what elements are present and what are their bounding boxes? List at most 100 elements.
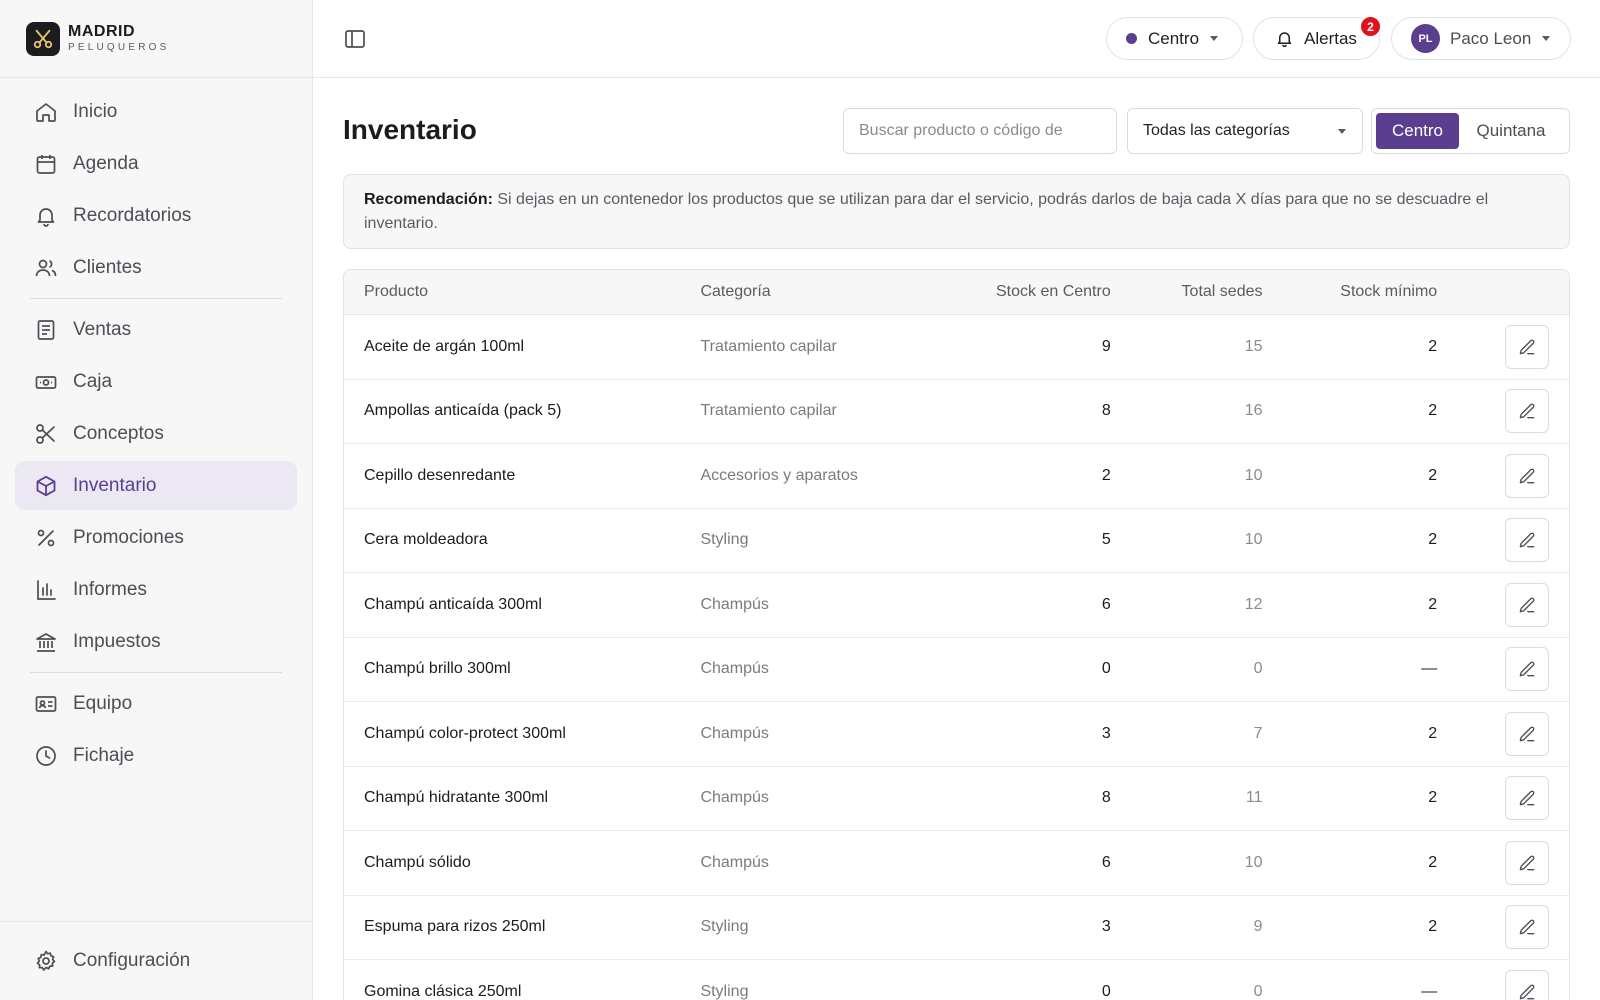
table-body: Aceite de argán 100ml Tratamiento capila… <box>344 315 1569 1000</box>
cell-actions <box>1437 453 1569 498</box>
cell-category: Champús <box>700 660 769 678</box>
table-row[interactable]: Champú sólido Champús 6 10 2 <box>344 831 1569 896</box>
brand-name: MADRID <box>68 23 135 40</box>
site-toggle-quintana[interactable]: Quintana <box>1459 113 1563 149</box>
recommendation-label: Recomendación: <box>364 191 493 208</box>
cell-min-stock: — <box>1421 660 1438 678</box>
edit-button[interactable] <box>1505 840 1549 885</box>
cell-total: 12 <box>1244 595 1263 613</box>
cell-actions <box>1437 711 1569 756</box>
column-header-categoria[interactable]: Categoría <box>700 283 900 301</box>
cell-min-stock: 2 <box>1428 918 1438 936</box>
cell-category: Styling <box>700 982 749 1000</box>
scissors-logo-icon <box>26 21 60 56</box>
recommendation-banner: Recomendación: Si dejas en un contenedor… <box>343 174 1570 249</box>
edit-button[interactable] <box>1505 776 1549 821</box>
cell-category: Champús <box>700 789 769 807</box>
sidebar-item-impuestos[interactable]: Impuestos <box>15 617 297 666</box>
table-row[interactable]: Champú color-protect 300ml Champús 3 7 2 <box>344 702 1569 767</box>
site-toggle: Centro Quintana <box>1371 108 1570 154</box>
edit-button[interactable] <box>1505 905 1549 950</box>
cell-total: 0 <box>1253 660 1263 678</box>
column-header-total[interactable]: Total sedes <box>1111 283 1263 301</box>
cell-total: 9 <box>1253 918 1263 936</box>
table-row[interactable]: Aceite de argán 100ml Tratamiento capila… <box>344 315 1569 380</box>
cell-product: Champú hidratante 300ml <box>364 789 549 807</box>
edit-button[interactable] <box>1505 453 1549 498</box>
cell-min-stock: 2 <box>1428 531 1438 549</box>
table-row[interactable]: Cera moldeadora Styling 5 10 2 <box>344 509 1569 573</box>
pencil-icon <box>1519 468 1535 484</box>
edit-button[interactable] <box>1505 582 1549 627</box>
cell-min-stock: 2 <box>1428 595 1438 613</box>
sidebar-item-clientes[interactable]: Clientes <box>15 243 297 292</box>
cash-icon <box>33 369 59 395</box>
sidebar-item-inicio[interactable]: Inicio <box>15 87 297 136</box>
table-header: Producto Categoría Stock en Centro Total… <box>344 270 1569 315</box>
column-header-producto[interactable]: Producto <box>344 283 700 301</box>
cell-category: Tratamiento capilar <box>700 337 837 355</box>
cell-total: 15 <box>1244 337 1263 355</box>
id-card-icon <box>33 691 59 717</box>
bell-icon <box>33 203 59 229</box>
table-row[interactable]: Cepillo desenredante Accesorios y aparat… <box>344 444 1569 509</box>
sidebar-item-agenda[interactable]: Agenda <box>15 139 297 188</box>
pencil-icon <box>1519 403 1535 419</box>
sidebar-item-ventas[interactable]: Ventas <box>15 305 297 354</box>
cell-stock: 0 <box>1101 982 1111 1000</box>
location-selector[interactable]: Centro <box>1106 17 1243 60</box>
chevron-down-icon <box>1542 36 1551 41</box>
table-row[interactable]: Champú anticaída 300ml Champús 6 12 2 <box>344 573 1569 638</box>
cell-actions <box>1437 840 1569 885</box>
edit-button[interactable] <box>1505 324 1549 369</box>
cell-min-stock: 2 <box>1428 789 1438 807</box>
sidebar-item-conceptos[interactable]: Conceptos <box>15 409 297 458</box>
cell-stock: 3 <box>1101 724 1111 742</box>
table-row[interactable]: Champú hidratante 300ml Champús 8 11 2 <box>344 767 1569 831</box>
sidebar-item-fichaje[interactable]: Fichaje <box>15 731 297 780</box>
cell-stock: 9 <box>1101 337 1111 355</box>
pencil-icon <box>1519 919 1535 935</box>
sidebar-item-label: Ventas <box>73 318 132 340</box>
sidebar-item-informes[interactable]: Informes <box>15 565 297 614</box>
table-row[interactable]: Ampollas anticaída (pack 5) Tratamiento … <box>344 380 1569 444</box>
sidebar-item-label: Inventario <box>73 474 157 496</box>
bar-chart-icon <box>33 577 59 603</box>
user-menu[interactable]: PL Paco Leon <box>1391 17 1571 60</box>
category-select-value: Todas las categorías <box>1143 122 1290 139</box>
bank-icon <box>33 629 59 655</box>
brand-subtitle: PELUQUEROS <box>68 42 170 53</box>
column-header-minimo[interactable]: Stock mínimo <box>1262 283 1437 301</box>
table-row[interactable]: Gomina clásica 250ml Styling 0 0 — <box>344 960 1569 1000</box>
table-row[interactable]: Espuma para rizos 250ml Styling 3 9 2 <box>344 896 1569 960</box>
sidebar-item-inventario[interactable]: Inventario <box>15 461 297 510</box>
cell-actions <box>1437 776 1569 821</box>
sidebar-item-label: Inicio <box>73 100 118 122</box>
pencil-icon <box>1519 855 1535 871</box>
edit-button[interactable] <box>1505 518 1549 563</box>
sidebar-item-promociones[interactable]: Promociones <box>15 513 297 562</box>
cell-product: Champú anticaída 300ml <box>364 595 542 613</box>
edit-button[interactable] <box>1505 647 1549 692</box>
cell-product: Gomina clásica 250ml <box>364 982 522 1000</box>
sidebar-item-label: Conceptos <box>73 422 164 444</box>
sidebar-item-configuracion[interactable]: Configuración <box>15 937 297 986</box>
edit-button[interactable] <box>1505 389 1549 434</box>
column-header-stock[interactable]: Stock en Centro <box>900 283 1111 301</box>
search-input[interactable] <box>843 108 1117 154</box>
sidebar-item-recordatorios[interactable]: Recordatorios <box>15 191 297 240</box>
cell-product: Cera moldeadora <box>364 531 488 549</box>
cell-actions <box>1437 969 1569 1000</box>
sidebar-toggle-icon[interactable] <box>343 27 367 51</box>
cell-total: 11 <box>1245 789 1263 807</box>
table-row[interactable]: Champú brillo 300ml Champús 0 0 — <box>344 638 1569 702</box>
sidebar-item-caja[interactable]: Caja <box>15 357 297 406</box>
site-toggle-centro[interactable]: Centro <box>1376 113 1459 149</box>
edit-button[interactable] <box>1505 711 1549 756</box>
brand[interactable]: MADRID PELUQUEROS <box>0 0 312 78</box>
cell-category: Accesorios y aparatos <box>700 466 858 484</box>
recommendation-text: Si dejas en un contenedor los productos … <box>364 191 1489 232</box>
edit-button[interactable] <box>1505 969 1549 1000</box>
sidebar-item-equipo[interactable]: Equipo <box>15 679 297 728</box>
category-select[interactable]: Todas las categorías <box>1127 108 1363 154</box>
